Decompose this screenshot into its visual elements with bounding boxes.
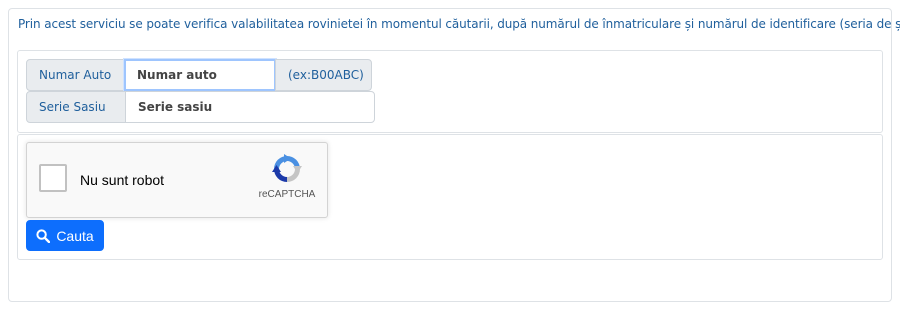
recaptcha-brand: reCAPTCHA bbox=[258, 189, 316, 200]
recaptcha-widget: Nu sunt robot reCAPTCHA bbox=[26, 142, 328, 218]
recaptcha-logo-icon bbox=[272, 154, 302, 182]
vin-input[interactable] bbox=[125, 91, 375, 123]
recaptcha-checkbox[interactable] bbox=[39, 164, 67, 192]
vin-label: Serie Sasiu bbox=[26, 91, 126, 123]
recaptcha-label: Nu sunt robot bbox=[80, 172, 165, 188]
search-button-label: Cauta bbox=[56, 227, 94, 244]
search-icon bbox=[36, 228, 51, 243]
intro-text: Prin acest serviciu se poate verifica va… bbox=[18, 17, 900, 31]
plate-label: Numar Auto bbox=[26, 59, 126, 91]
plate-input[interactable] bbox=[124, 59, 276, 91]
search-button[interactable]: Cauta bbox=[26, 220, 104, 251]
plate-example-hint: (ex:B00ABC) bbox=[275, 59, 372, 91]
